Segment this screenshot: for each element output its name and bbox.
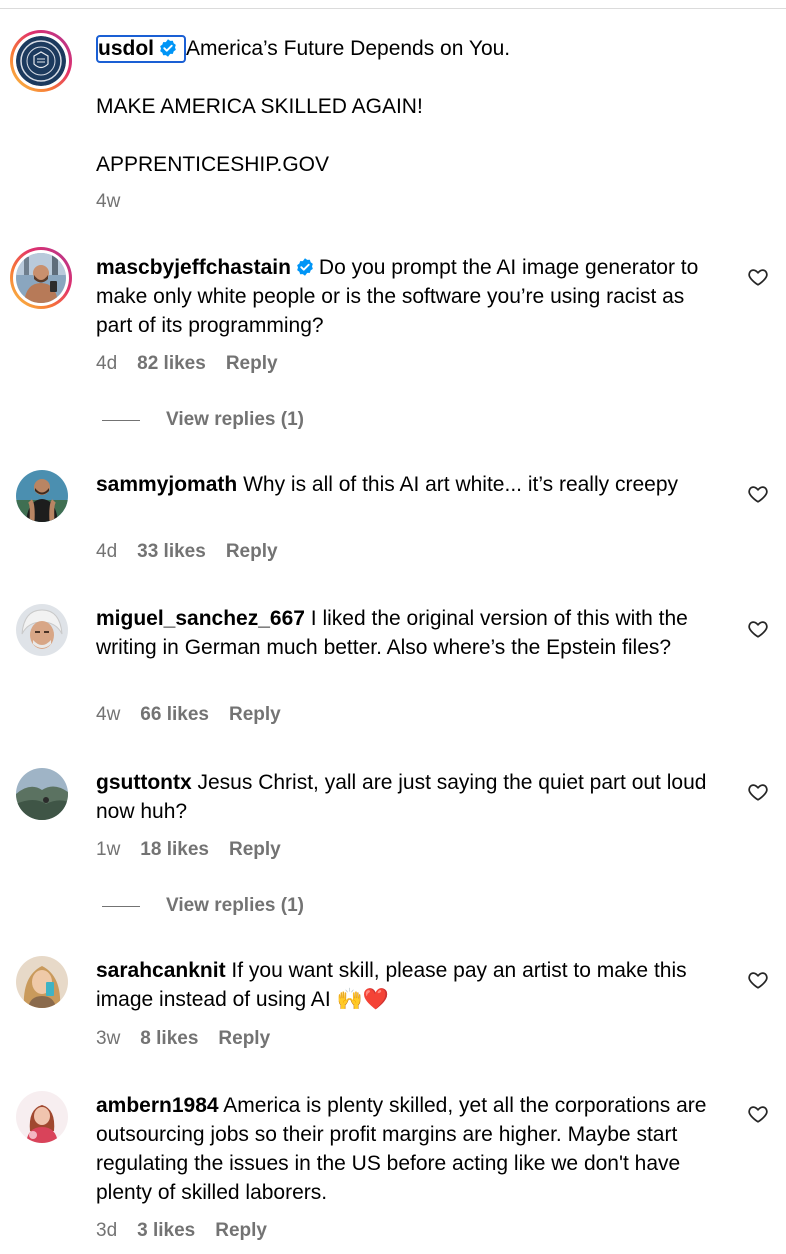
timestamp[interactable]: 4w [96, 704, 120, 726]
heart-outline-icon[interactable] [747, 969, 769, 991]
dol-seal-icon [16, 36, 66, 86]
timestamp[interactable]: 4w [96, 191, 120, 213]
comment-meta: 4d 33 likes Reply [96, 541, 278, 563]
comment-body: sarahcanknit If you want skill, please p… [96, 956, 726, 1014]
caption-meta: 4w [96, 191, 120, 213]
profile-photo-icon [16, 604, 68, 656]
comment-meta: 4w 66 likes Reply [96, 704, 281, 726]
reply-button[interactable]: Reply [229, 704, 281, 726]
likes-count[interactable]: 3 likes [137, 1220, 195, 1242]
avatar-ambern1984[interactable] [16, 1091, 68, 1143]
likes-count[interactable]: 82 likes [137, 353, 206, 375]
timestamp[interactable]: 4d [96, 541, 117, 563]
verified-badge-icon [160, 39, 176, 57]
likes-count[interactable]: 33 likes [137, 541, 206, 563]
avatar-miguel-sanchez-667[interactable] [16, 604, 68, 656]
heart-outline-icon[interactable] [747, 618, 769, 640]
caption-line-3: APPRENTICESHIP.GOV [96, 153, 330, 176]
heart-outline-icon[interactable] [747, 266, 769, 288]
comment-body: ambern1984 America is plenty skilled, ye… [96, 1091, 726, 1207]
reply-button[interactable]: Reply [226, 353, 278, 375]
comment-body: sammyjomath Why is all of this AI art wh… [96, 470, 726, 499]
likes-count[interactable]: 18 likes [140, 839, 209, 861]
view-replies-button[interactable]: View replies (1) [102, 895, 304, 917]
avatar-sammyjomath[interactable] [16, 470, 68, 522]
heart-outline-icon[interactable] [747, 483, 769, 505]
profile-photo-icon [16, 956, 68, 1008]
heart-outline-icon[interactable] [747, 1103, 769, 1125]
comment-body: mascbyjeffchastain Do you prompt the AI i… [96, 253, 726, 340]
comment-username[interactable]: miguel_sanchez_667 [96, 607, 305, 630]
profile-photo-icon [16, 470, 68, 522]
verified-badge-icon [297, 258, 313, 276]
avatar-gsuttontx[interactable] [16, 768, 68, 820]
comment-meta: 1w 18 likes Reply [96, 839, 281, 861]
comment-username[interactable]: gsuttontx [96, 771, 192, 794]
comment-body: gsuttontx Jesus Christ, yall are just sa… [96, 768, 726, 826]
reply-button[interactable]: Reply [226, 541, 278, 563]
timestamp[interactable]: 3d [96, 1220, 117, 1242]
caption-line-2: MAKE AMERICA SKILLED AGAIN! [96, 95, 423, 118]
top-divider [0, 8, 786, 9]
avatar-usdol[interactable] [10, 30, 72, 92]
comment-username[interactable]: mascbyjeffchastain [96, 256, 291, 279]
comment-username[interactable]: ambern1984 [96, 1094, 219, 1117]
divider-line [102, 419, 140, 421]
reply-button[interactable]: Reply [218, 1028, 270, 1050]
view-replies-label: View replies (1) [166, 895, 304, 916]
view-replies-button[interactable]: View replies (1) [102, 409, 304, 431]
comment-body: miguel_sanchez_667 I liked the original … [96, 604, 726, 662]
comment-text: Why is all of this AI art white... it’s … [243, 473, 678, 496]
comment-username[interactable]: sarahcanknit [96, 959, 226, 982]
comment-meta: 4d 82 likes Reply [96, 353, 278, 375]
timestamp[interactable]: 3w [96, 1028, 120, 1050]
likes-count[interactable]: 8 likes [140, 1028, 198, 1050]
timestamp[interactable]: 4d [96, 353, 117, 375]
profile-photo-icon [16, 1091, 68, 1143]
profile-photo-icon [16, 253, 66, 303]
likes-count[interactable]: 66 likes [140, 704, 209, 726]
reply-button[interactable]: Reply [229, 839, 281, 861]
avatar-mascbyjeffchastain[interactable] [10, 247, 72, 309]
caption-body: usdol America’s Future Depends on You. MA… [96, 34, 726, 179]
profile-photo-icon [16, 768, 68, 820]
view-replies-label: View replies (1) [166, 409, 304, 430]
divider-line [102, 905, 140, 907]
username-link[interactable]: usdol [96, 35, 186, 63]
comment-username[interactable]: sammyjomath [96, 473, 237, 496]
heart-outline-icon[interactable] [747, 781, 769, 803]
avatar-sarahcanknit[interactable] [16, 956, 68, 1008]
reply-button[interactable]: Reply [215, 1220, 267, 1242]
comment-meta: 3w 8 likes Reply [96, 1028, 270, 1050]
timestamp[interactable]: 1w [96, 839, 120, 861]
comment-meta: 3d 3 likes Reply [96, 1220, 267, 1242]
caption-line-1: America’s Future Depends on You. [186, 37, 511, 60]
